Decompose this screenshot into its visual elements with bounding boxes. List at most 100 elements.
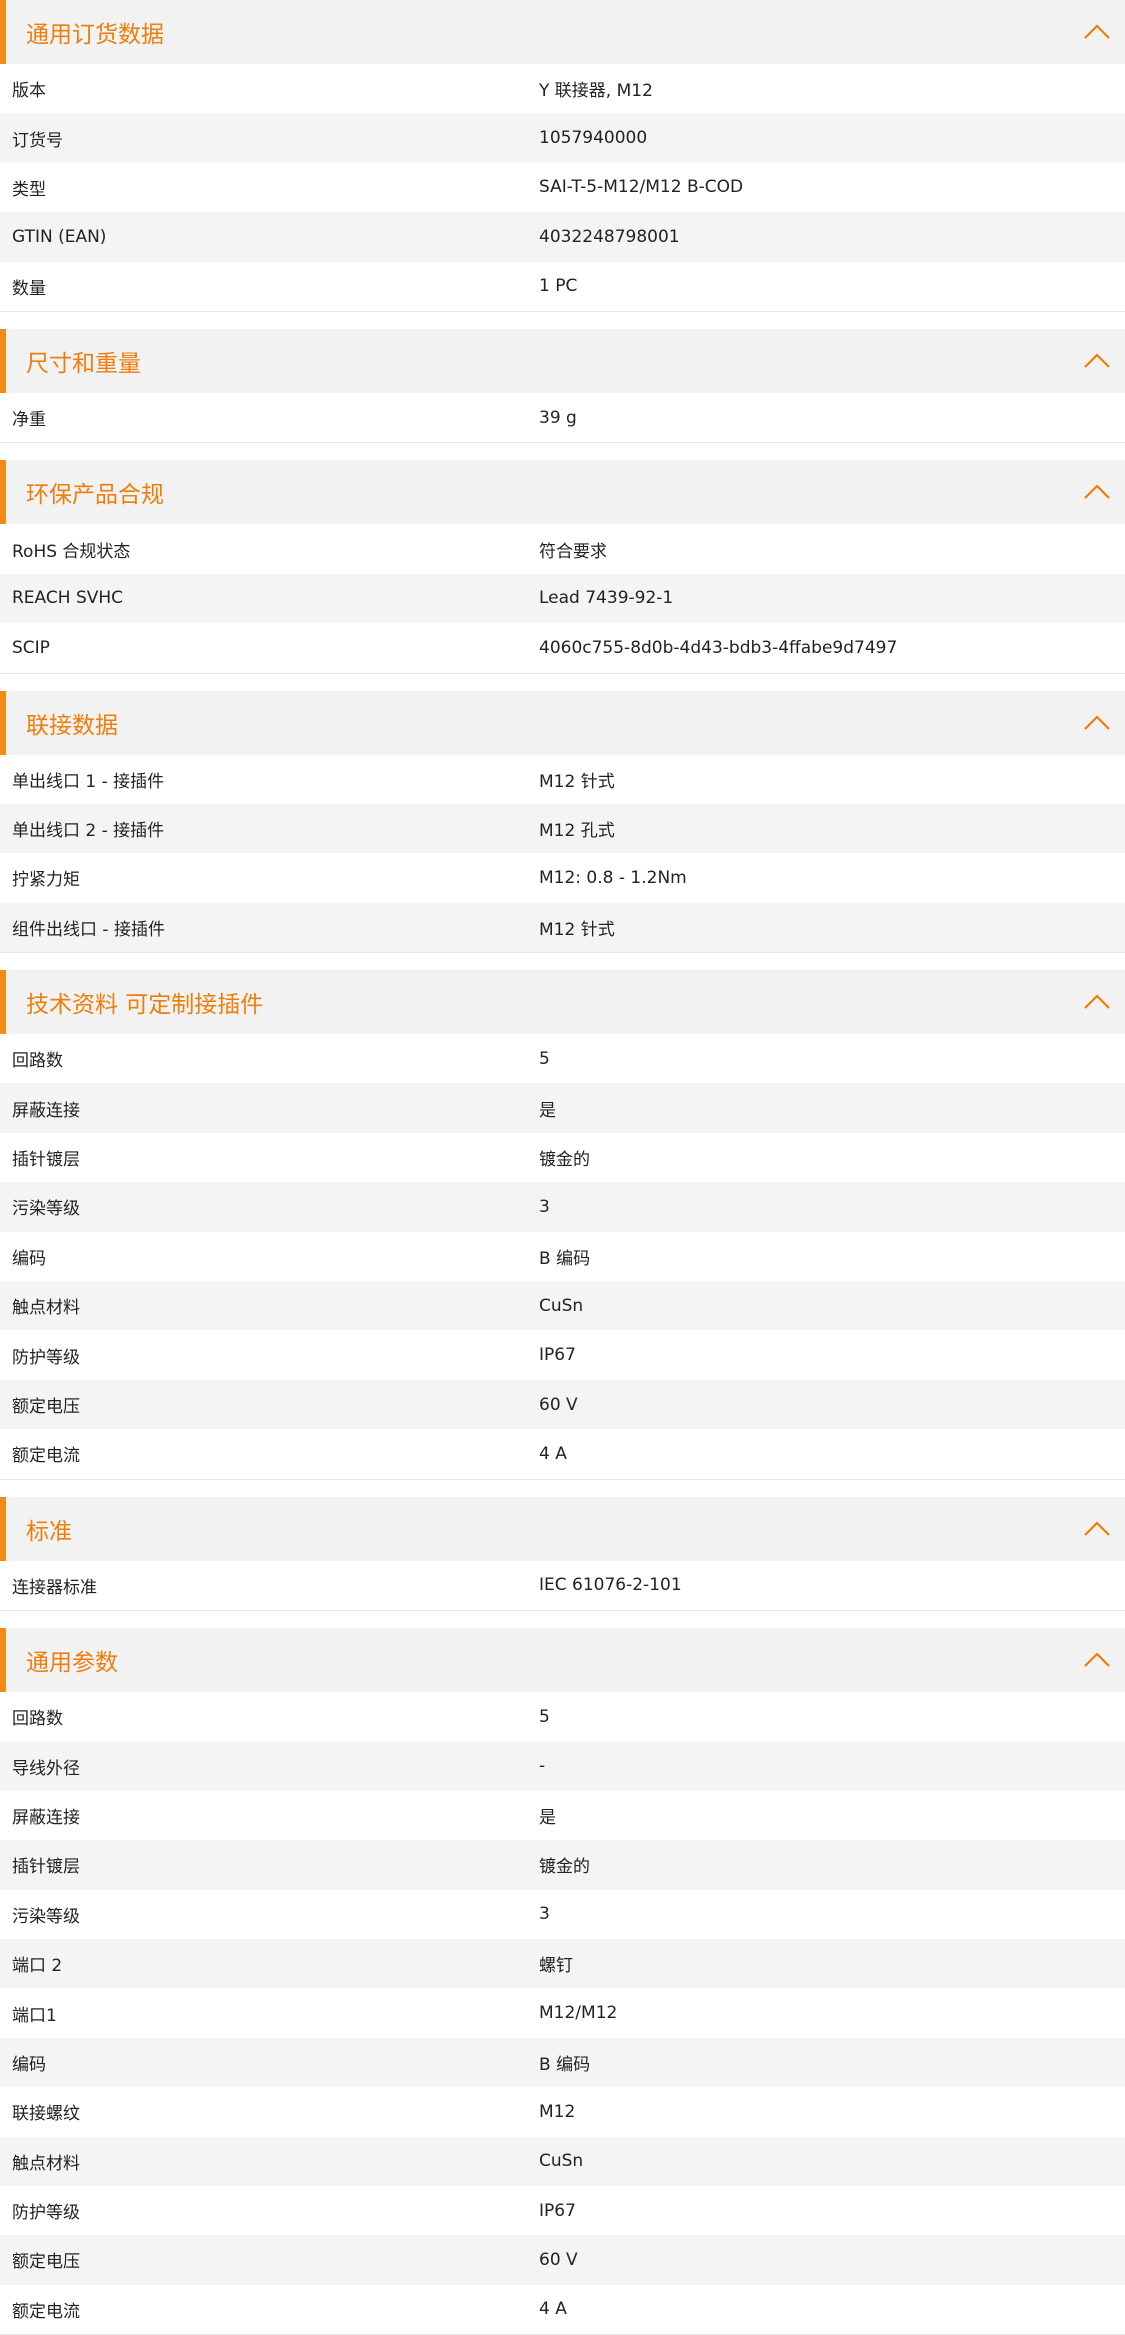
section-header-technical[interactable]: 技术资料 可定制接插件 bbox=[0, 970, 1125, 1035]
table-row: 类型 SAI-T-5-M12/M12 B-COD bbox=[0, 163, 1125, 212]
row-value: SAI-T-5-M12/M12 B-COD bbox=[539, 177, 744, 198]
table-row: 污染等级 3 bbox=[0, 1890, 1125, 1939]
row-label: 拧紧力矩 bbox=[12, 870, 80, 891]
section-ordering: 通用订货数据版本 Y 联接器, M12 订货号 1057940000 类型 SAI-T-5… bbox=[0, 0, 1125, 312]
row-value: 5 bbox=[539, 1048, 550, 1069]
table-row: 连接器标准 IEC 61076-2-101 bbox=[0, 1561, 1125, 1610]
table-row: 额定电压 60 V bbox=[0, 1379, 1125, 1430]
row-label: 触点材料 bbox=[12, 1298, 80, 1319]
row-value: 4060c755-8d0b-4d43-bdb3-4ffabe9d7497 bbox=[539, 637, 898, 658]
row-value: 螺钉 bbox=[539, 1956, 573, 1977]
row-value: 5 bbox=[539, 1706, 550, 1727]
row-value: Lead 7439-92-1 bbox=[539, 588, 674, 609]
section-compliance: 环保产品合规 RoHS 合规状态 符合要求 REACH SVHC Lead 7439-9… bbox=[0, 460, 1125, 674]
row-label: 编码 bbox=[12, 1248, 46, 1269]
table-row: RoHS 合规状态 符合要求 bbox=[0, 524, 1125, 573]
row-label: 插针镀层 bbox=[12, 1857, 80, 1878]
row-label: 污染等级 bbox=[12, 1906, 80, 1927]
row-label: 连接器标准 bbox=[12, 1577, 97, 1598]
row-value: 是 bbox=[539, 1807, 556, 1828]
row-label: GTIN (EAN) bbox=[12, 226, 107, 247]
table-row: 数量 1 PC bbox=[0, 262, 1125, 311]
table-row: 防护等级 IP67 bbox=[0, 1330, 1125, 1379]
row-value: M12 针式 bbox=[539, 919, 615, 940]
section-header-connection[interactable]: 联接数据 bbox=[0, 690, 1125, 755]
chevron-up-icon[interactable] bbox=[1083, 351, 1111, 371]
row-value: 4032248798001 bbox=[539, 226, 680, 247]
section-header-standards[interactable]: 标准 bbox=[0, 1496, 1125, 1561]
chevron-up-icon[interactable] bbox=[1083, 1650, 1111, 1670]
section-title: 通用订货数据 bbox=[26, 22, 164, 48]
section-header-general[interactable]: 通用参数 bbox=[0, 1627, 1125, 1692]
row-value: M12/M12 bbox=[539, 2003, 618, 2024]
row-value: 1057940000 bbox=[539, 128, 648, 149]
row-label: SCIP bbox=[12, 637, 50, 658]
row-label: 回路数 bbox=[12, 1709, 63, 1730]
table-row: 回路数 5 bbox=[0, 1692, 1125, 1741]
row-value: 60 V bbox=[539, 2249, 578, 2270]
row-label: 额定电流 bbox=[12, 2301, 80, 2322]
section-header-compliance[interactable]: 环保产品合规 bbox=[0, 460, 1125, 525]
row-label: 数量 bbox=[12, 278, 46, 299]
table-row: 编码 B 编码 bbox=[0, 2037, 1125, 2088]
row-label: 订货号 bbox=[12, 130, 63, 151]
section-title: 技术资料 可定制接插件 bbox=[26, 992, 264, 1019]
section-rows: 连接器标准 IEC 61076-2-101 bbox=[0, 1561, 1125, 1611]
row-label: 版本 bbox=[12, 81, 46, 102]
table-row: 回路数 5 bbox=[0, 1034, 1125, 1083]
section-header-ordering[interactable]: 通用订货数据 bbox=[0, 0, 1125, 64]
row-value: IP67 bbox=[539, 2200, 576, 2221]
row-value: 1 PC bbox=[539, 276, 578, 297]
section-rows: 回路数 5 屏蔽连接 是插针镀层 镀金的 污染等级 3 编码 B 编码 触点材料 CuSn 防护等级 I… bbox=[0, 1034, 1125, 1480]
chevron-up-icon[interactable] bbox=[1083, 713, 1111, 733]
row-label: 插针镀层 bbox=[12, 1150, 80, 1171]
section-rows: RoHS 合规状态 符合要求 REACH SVHC Lead 7439-92-1 SCI… bbox=[0, 524, 1125, 674]
row-value: M12 针式 bbox=[539, 771, 615, 792]
section-dimensions: 尺寸和重量净重 39 g bbox=[0, 328, 1125, 444]
row-label: RoHS 合规状态 bbox=[12, 541, 131, 562]
section-rows: 净重 39 g bbox=[0, 393, 1125, 444]
chevron-up-icon[interactable] bbox=[1083, 1519, 1111, 1539]
chevron-up-icon[interactable] bbox=[1083, 482, 1111, 502]
row-label: 编码 bbox=[12, 2054, 46, 2075]
table-row: 单出线口 2 - 接插件 M12 孔式 bbox=[0, 803, 1125, 854]
row-label: REACH SVHC bbox=[12, 588, 124, 609]
table-row: 额定电流 4 A bbox=[0, 2285, 1125, 2334]
row-label: 触点材料 bbox=[12, 2153, 80, 2174]
row-value: 4 A bbox=[539, 1443, 567, 1464]
row-value: M12: 0.8 - 1.2Nm bbox=[539, 867, 687, 888]
row-label: 额定电压 bbox=[12, 1397, 80, 1417]
row-label: 类型 bbox=[12, 179, 46, 200]
row-value: CuSn bbox=[539, 1295, 584, 1316]
table-row: 防护等级 IP67 bbox=[0, 2186, 1125, 2235]
section-title: 通用参数 bbox=[26, 1649, 118, 1676]
table-row: 插针镀层 镀金的 bbox=[0, 1840, 1125, 1890]
row-label: 单出线口 2 - 接插件 bbox=[12, 821, 165, 842]
section-rows: 版本 Y 联接器, M12 订货号 1057940000 类型 SAI-T-5-M12/M… bbox=[0, 64, 1125, 312]
row-value: IP67 bbox=[539, 1345, 576, 1366]
row-label: 导线外径 bbox=[12, 1758, 80, 1779]
section-header-dimensions[interactable]: 尺寸和重量 bbox=[0, 328, 1125, 393]
table-row: SCIP 4060c755-8d0b-4d43-bdb3-4ffabe9d7497 bbox=[0, 623, 1125, 672]
row-value: Y 联接器, M12 bbox=[539, 81, 653, 102]
section-title: 尺寸和重量 bbox=[26, 350, 141, 377]
table-row: 净重 39 g bbox=[0, 393, 1125, 442]
table-row: REACH SVHC Lead 7439-92-1 bbox=[0, 573, 1125, 624]
row-value: B 编码 bbox=[539, 1248, 591, 1269]
table-row: 污染等级 3 bbox=[0, 1182, 1125, 1232]
section-standards: 标准 连接器标准 IEC 61076-2-101 bbox=[0, 1496, 1125, 1611]
row-value: 是 bbox=[539, 1100, 556, 1121]
row-value: CuSn bbox=[539, 2151, 584, 2172]
section-technical: 技术资料 可定制接插件 回路数 5 屏蔽连接 是插针镀层 镀金的 污染等级 3 编码 B 编码 触点… bbox=[0, 970, 1125, 1480]
row-label: 防护等级 bbox=[12, 1347, 80, 1368]
row-value: M12 bbox=[539, 2101, 576, 2122]
table-row: 端口 2 螺钉 bbox=[0, 1938, 1125, 1989]
product-data-page: 通用订货数据版本 Y 联接器, M12 订货号 1057940000 类型 SAI-T-5… bbox=[0, 0, 1125, 2335]
table-row: 导线外径 - bbox=[0, 1741, 1125, 1791]
section-rows: 单出线口 1 - 接插件 M12 针式 单出线口 2 - 接插件 M12 孔式 拧紧力矩… bbox=[0, 755, 1125, 954]
table-row: 屏蔽连接 是 bbox=[0, 1791, 1125, 1840]
chevron-up-icon[interactable] bbox=[1083, 22, 1111, 42]
chevron-up-icon[interactable] bbox=[1083, 992, 1111, 1012]
table-row: 拧紧力矩 M12: 0.8 - 1.2Nm bbox=[0, 853, 1125, 902]
table-row: 订货号 1057940000 bbox=[0, 113, 1125, 163]
